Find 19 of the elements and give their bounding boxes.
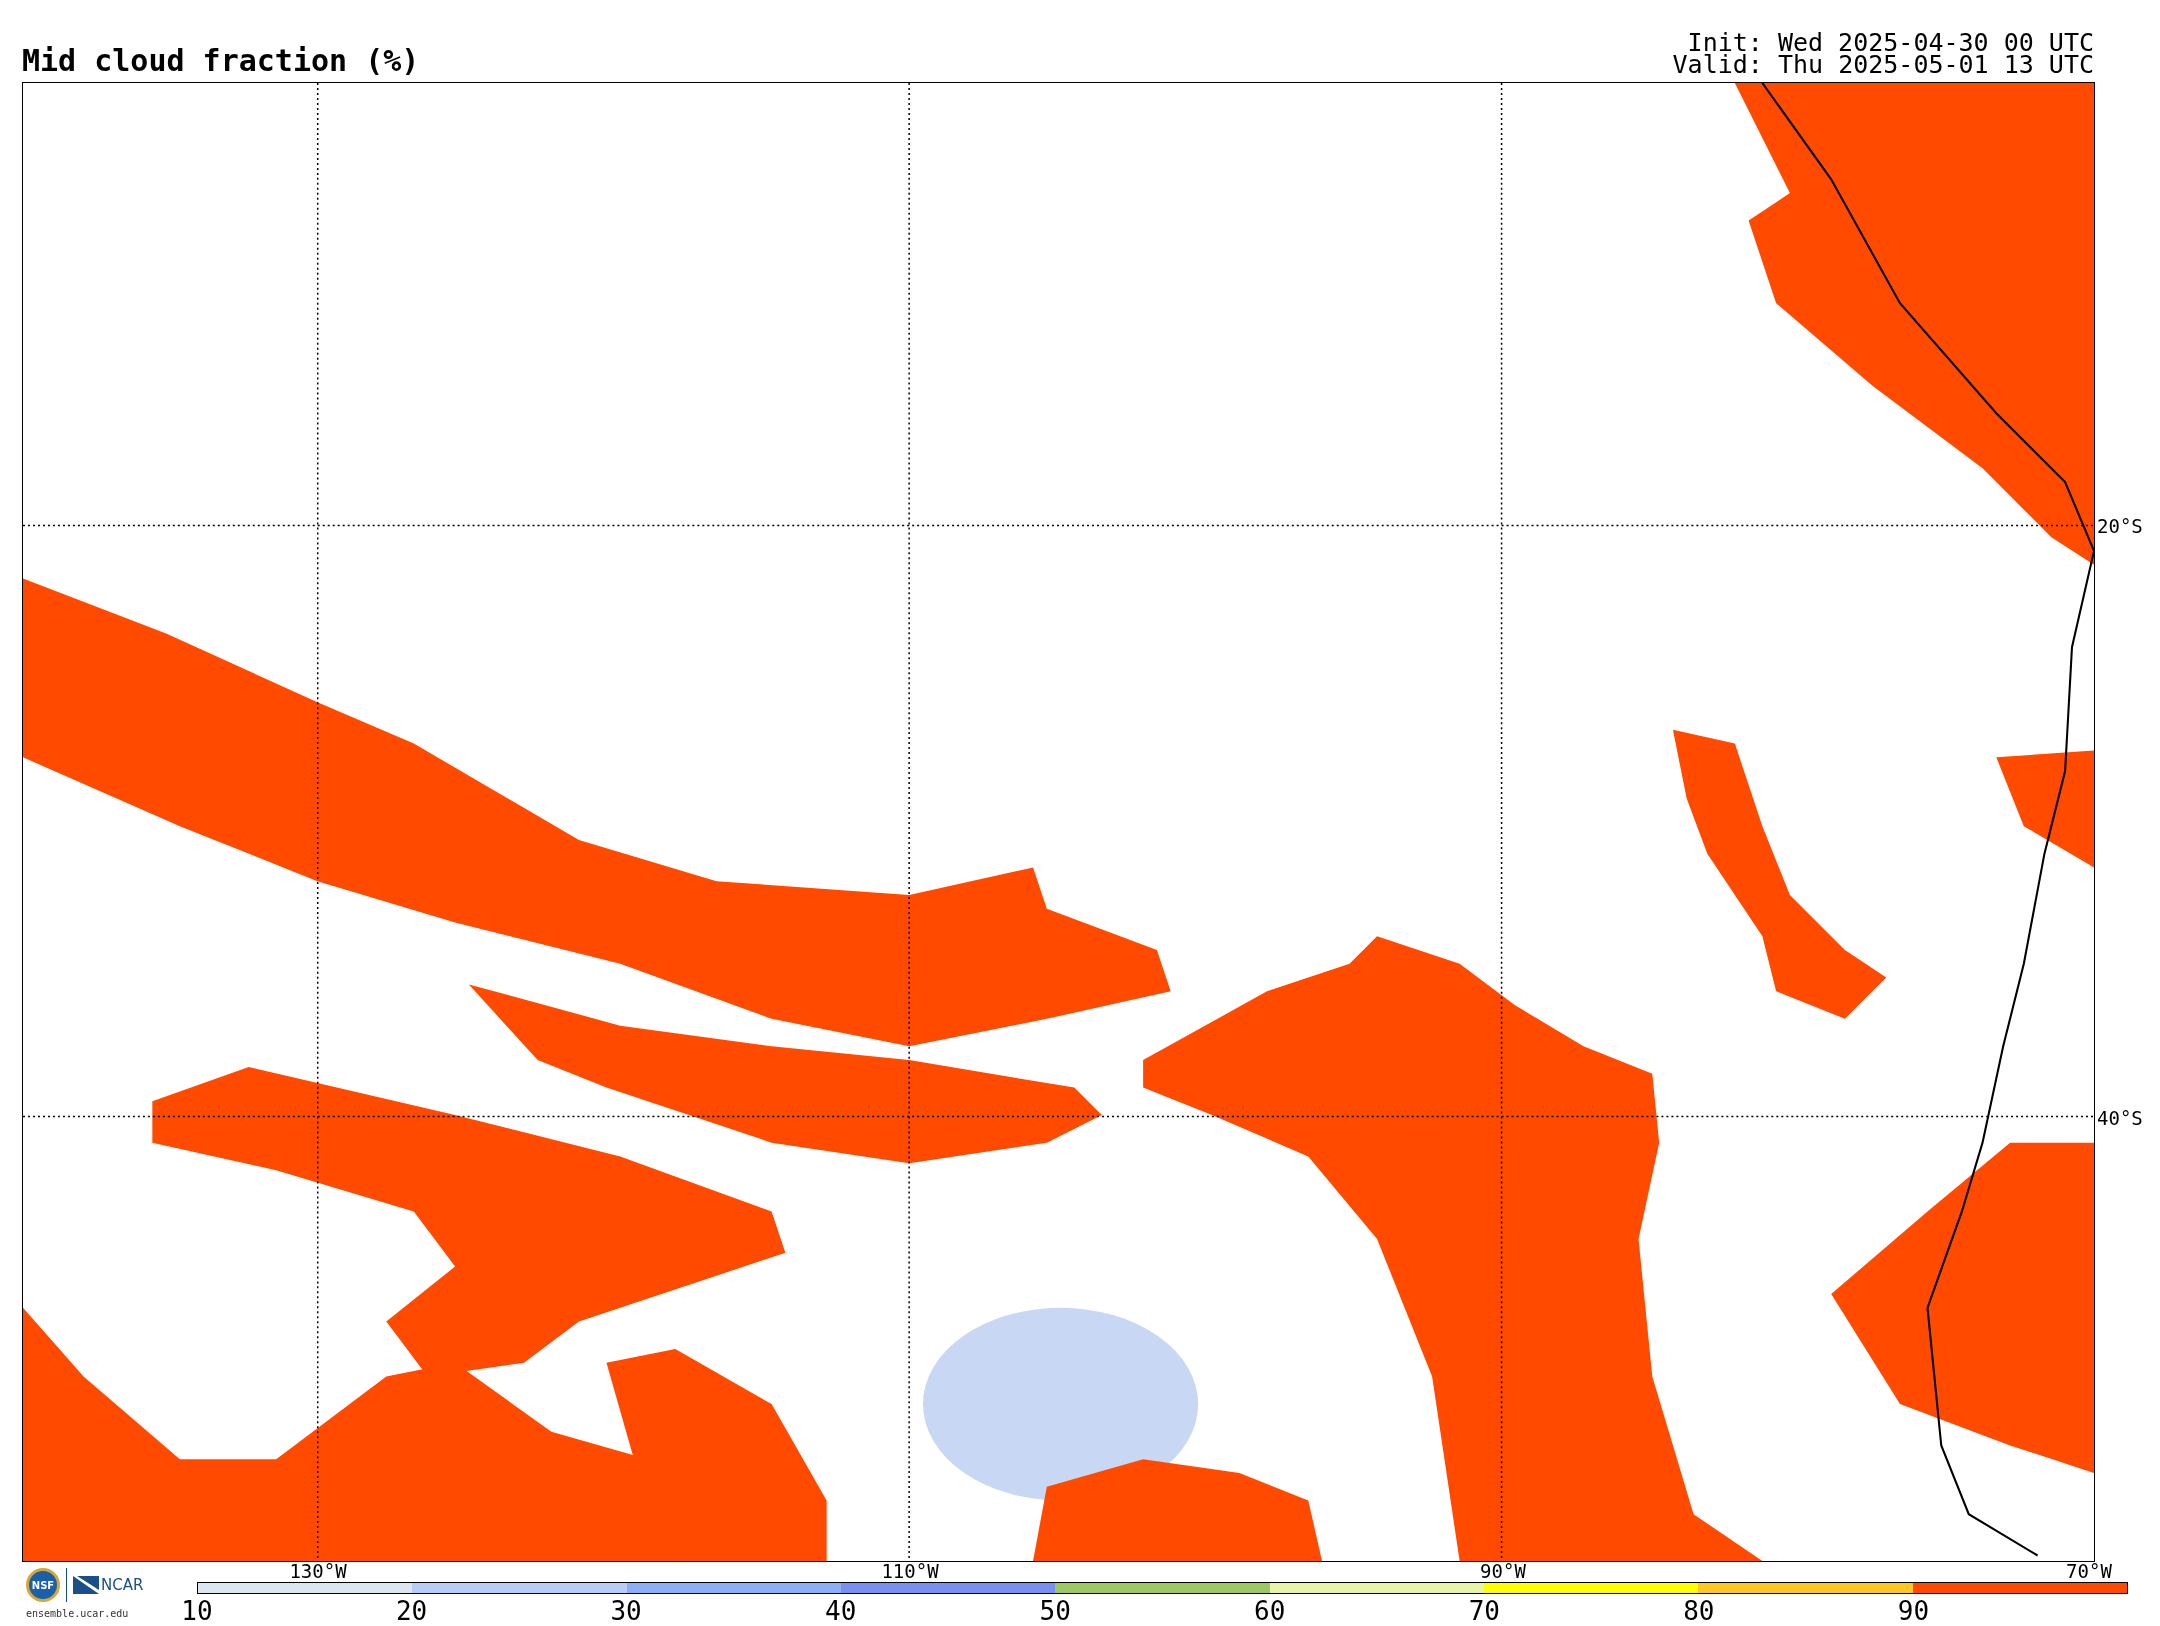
colorbar-tick-label: 70 bbox=[1468, 1596, 1500, 1626]
longitude-label: 110°W bbox=[881, 1561, 939, 1581]
org-logo-text: NCAR bbox=[101, 1574, 144, 1596]
colorbar-tick-label: 50 bbox=[1039, 1596, 1071, 1626]
valid-time: Valid: Thu 2025-05-01 13 UTC bbox=[1672, 54, 2094, 76]
longitude-label: 90°W bbox=[1480, 1561, 1526, 1581]
colorbar-tick-label: 20 bbox=[395, 1596, 428, 1626]
colorbar-tick-label: 60 bbox=[1254, 1596, 1286, 1626]
colorbar-tick-label: 10 bbox=[181, 1596, 213, 1626]
colorbar-tick-label: 40 bbox=[825, 1596, 857, 1626]
triangle-logo-icon bbox=[73, 1576, 99, 1594]
seal-logo: NSF bbox=[26, 1568, 60, 1602]
chart-title: Mid cloud fraction (%) bbox=[22, 44, 420, 78]
longitude-label: 130°W bbox=[289, 1561, 347, 1581]
init-time: Init: Wed 2025-04-30 00 UTC bbox=[1687, 32, 2094, 54]
colorbar-tick-label: 30 bbox=[610, 1596, 642, 1626]
longitude-label: 70°W bbox=[2066, 1561, 2112, 1581]
colorbar-tick-label: 90 bbox=[1897, 1596, 1930, 1626]
colorbar-tick-label: 80 bbox=[1683, 1596, 1715, 1626]
